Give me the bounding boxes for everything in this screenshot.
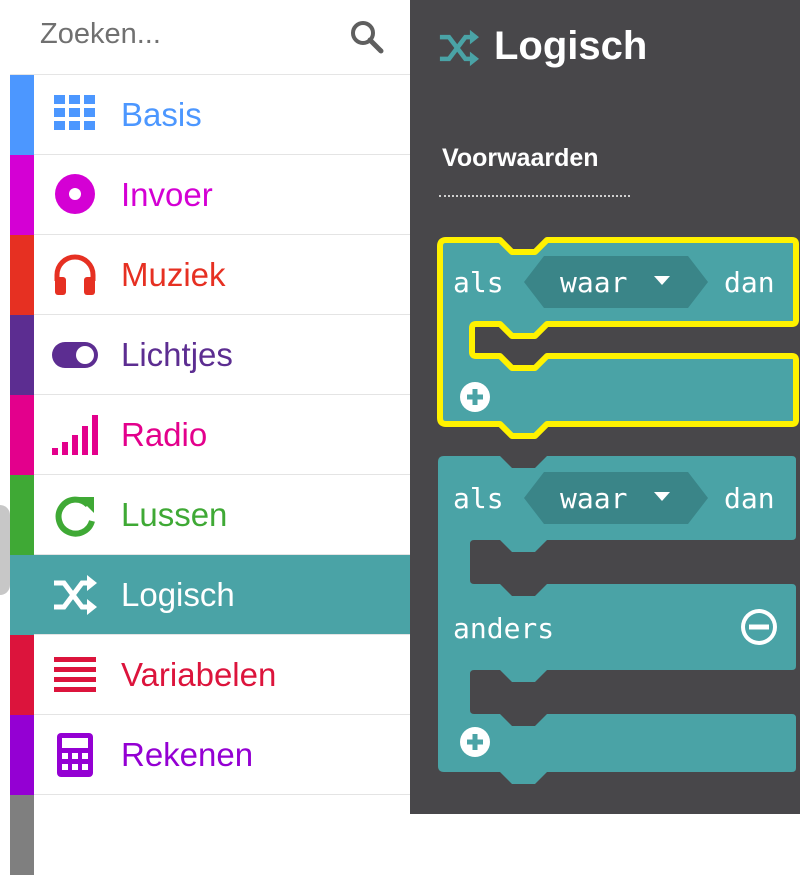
category-variabelen[interactable]: Variabelen: [10, 635, 410, 715]
refresh-icon: [55, 496, 95, 537]
search-box[interactable]: Zoeken...: [10, 0, 410, 75]
category-radio[interactable]: Radio: [10, 395, 410, 475]
block-keyword-then: dan: [724, 266, 775, 299]
block-keyword-if: als: [453, 482, 504, 515]
signal-bars-icon: [52, 415, 98, 455]
toggle-icon: [52, 342, 98, 368]
blocks-canvas: als waar dan als waar dan anders: [437, 237, 799, 784]
shuffle-icon: [54, 575, 97, 615]
category-label: Logisch: [121, 576, 235, 613]
category-color-bar: [10, 155, 34, 235]
block-keyword-if: als: [453, 266, 504, 299]
category-label: Invoer: [121, 176, 213, 213]
category-lichtjes[interactable]: Lichtjes: [10, 315, 410, 395]
plus-circle-icon[interactable]: [460, 382, 490, 412]
if-then-else-block[interactable]: als waar dan anders: [438, 456, 796, 784]
circle-dot-icon: [55, 174, 95, 214]
category-logisch[interactable]: Logisch: [10, 555, 410, 635]
edge-handle[interactable]: [0, 505, 10, 595]
list-lines-icon: [54, 657, 96, 692]
category-label: Variabelen: [121, 656, 277, 693]
category-label: Rekenen: [121, 736, 254, 773]
category-color-bar: [10, 555, 34, 635]
dropdown-value[interactable]: waar: [560, 266, 627, 299]
category-lussen[interactable]: Lussen: [10, 475, 410, 555]
category-partial[interactable]: [10, 795, 410, 875]
category-color-bar: [10, 715, 34, 795]
category-basis[interactable]: Basis: [10, 75, 410, 155]
category-color-bar: [10, 635, 34, 715]
category-label: Basis: [121, 96, 202, 133]
grid-icon: [54, 95, 95, 130]
block-keyword-then: dan: [724, 482, 775, 515]
headphones-icon: [54, 254, 96, 295]
plus-circle-icon[interactable]: [460, 727, 490, 757]
category-muziek[interactable]: Muziek: [10, 235, 410, 315]
left-edge: [0, 0, 10, 814]
search-input[interactable]: Zoeken...: [40, 18, 161, 51]
category-label: Radio: [121, 416, 208, 453]
calculator-icon: [57, 733, 93, 777]
minus-circle-icon[interactable]: [741, 609, 777, 645]
category-color-bar: [10, 475, 34, 555]
category-rekenen[interactable]: Rekenen: [10, 715, 410, 795]
category-invoer[interactable]: Invoer: [10, 155, 410, 235]
search-icon[interactable]: [350, 20, 384, 54]
category-color-bar: [10, 795, 34, 875]
category-label: Muziek: [121, 256, 226, 293]
category-label: Lichtjes: [121, 336, 233, 373]
category-label: Lussen: [121, 496, 228, 533]
category-color-bar: [10, 395, 34, 475]
toolbox-sidebar: Zoeken... Basis Invoer Muziek Lichtjes R…: [10, 0, 410, 875]
category-color-bar: [10, 75, 34, 155]
category-color-bar: [10, 315, 34, 395]
block-keyword-else: anders: [453, 612, 554, 645]
if-then-block[interactable]: als waar dan: [437, 237, 799, 439]
dropdown-value[interactable]: waar: [560, 482, 627, 515]
category-color-bar: [10, 235, 34, 315]
